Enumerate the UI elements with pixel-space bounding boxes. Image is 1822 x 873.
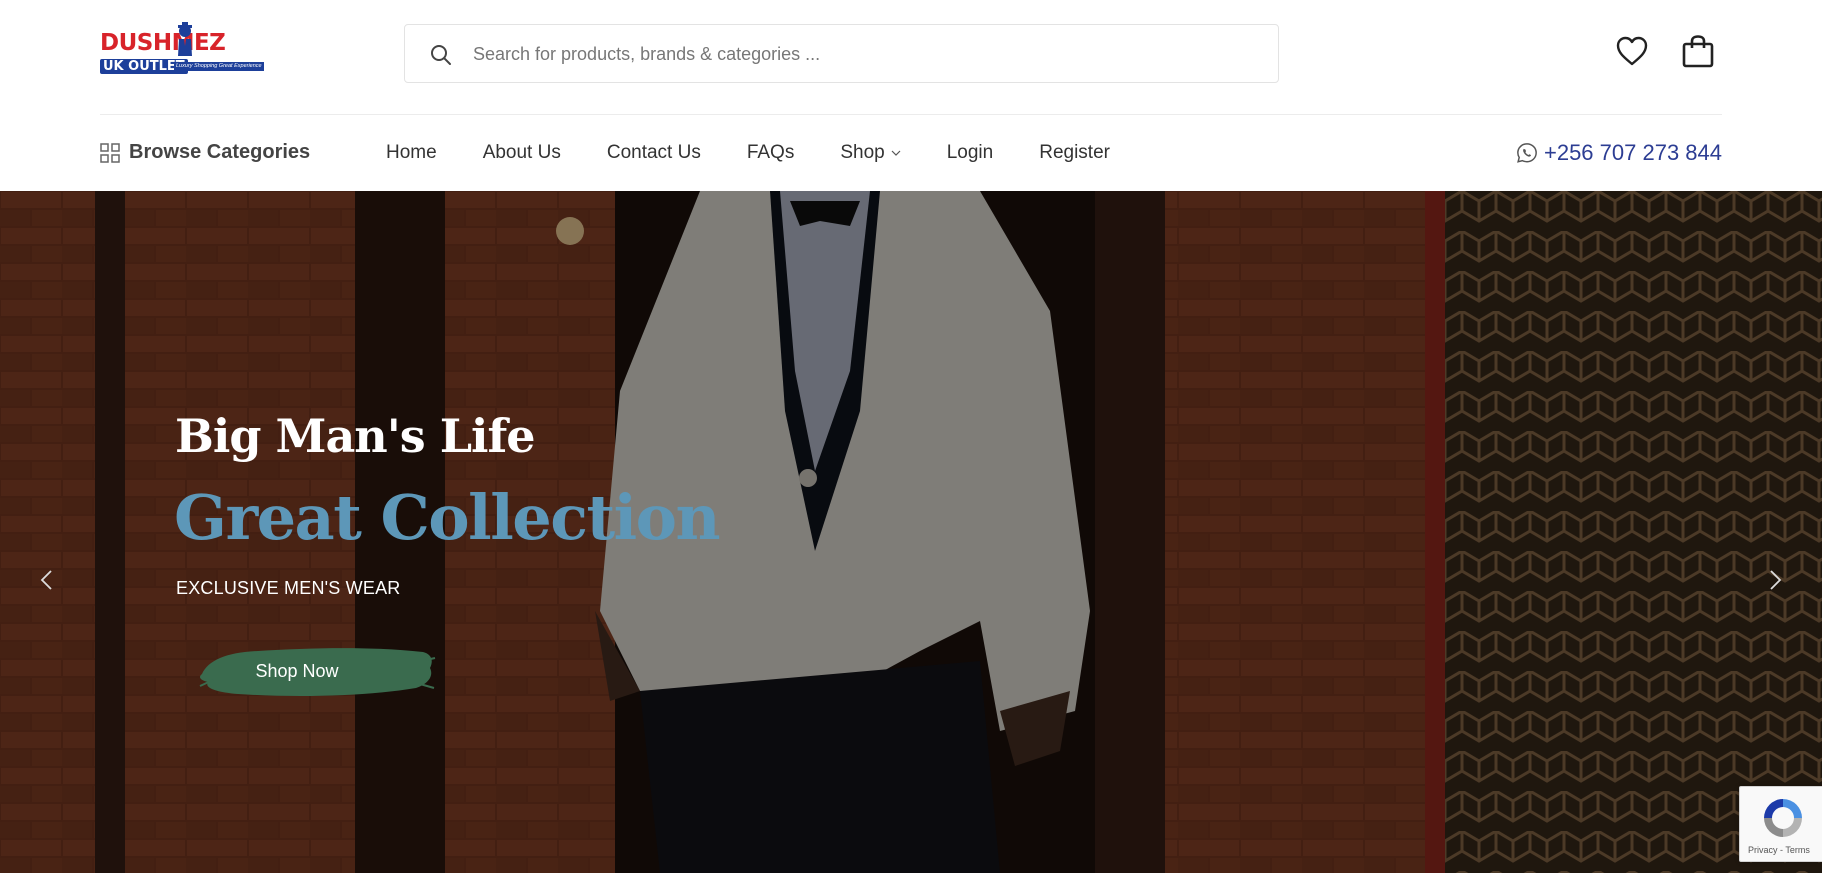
chevron-right-icon[interactable] [1760,565,1790,595]
whatsapp-icon [1517,143,1537,163]
nav-shop-label: Shop [840,142,885,163]
chevron-down-icon [891,150,901,156]
hero-title: Big Man's Life [175,409,536,463]
site-header: DUSHMEZ UK OUTLET Luxury Shopping Great … [0,0,1822,165]
recaptcha-icon [1764,799,1802,837]
search-icon[interactable] [429,43,453,67]
nav-faqs[interactable]: FAQs [747,142,795,164]
logo-wordmark: DUSHMEZ [100,30,226,56]
nav-shop[interactable]: Shop [840,142,901,164]
grid-icon [100,142,120,163]
browse-categories-button[interactable]: Browse Categories [100,141,310,164]
nav-login[interactable]: Login [947,142,994,164]
shop-now-button[interactable]: Shop Now [198,640,436,702]
browse-categories-label: Browse Categories [129,141,311,163]
site-logo[interactable]: DUSHMEZ UK OUTLET Luxury Shopping Great … [100,22,264,74]
nav-about-us[interactable]: About Us [483,142,561,164]
logo-tagline: Luxury Shopping Great Experience [174,62,264,71]
recaptcha-links[interactable]: Privacy - Terms [1748,845,1810,855]
logo-subline: UK OUTLET Luxury Shopping Great Experien… [100,59,264,74]
hero-headline: Great Collection [174,481,721,554]
nav-home[interactable]: Home [386,142,437,164]
phone-contact[interactable]: +256 707 273 844 [1516,140,1722,166]
hero-subtitle: EXCLUSIVE MEN'S WEAR [176,578,401,598]
chevron-left-icon[interactable] [32,565,62,595]
main-navigation: Browse Categories Home About Us Contact … [100,114,1722,191]
search-input[interactable] [473,35,1253,73]
logo-figure-icon [178,22,192,56]
shop-now-label: Shop Now [255,661,339,681]
nav-contact-us[interactable]: Contact Us [607,142,701,164]
search-bar[interactable] [404,24,1279,83]
shopping-bag-icon[interactable] [1681,34,1715,68]
nav-register[interactable]: Register [1039,142,1110,164]
phone-number: +256 707 273 844 [1543,140,1722,165]
menu-links: Home About Us Contact Us FAQs Shop Login… [386,142,1156,164]
hero-slider: Big Man's Life Great Collection EXCLUSIV… [0,191,1822,873]
recaptcha-badge[interactable]: Privacy - Terms [1739,786,1822,862]
heart-icon[interactable] [1615,34,1649,68]
